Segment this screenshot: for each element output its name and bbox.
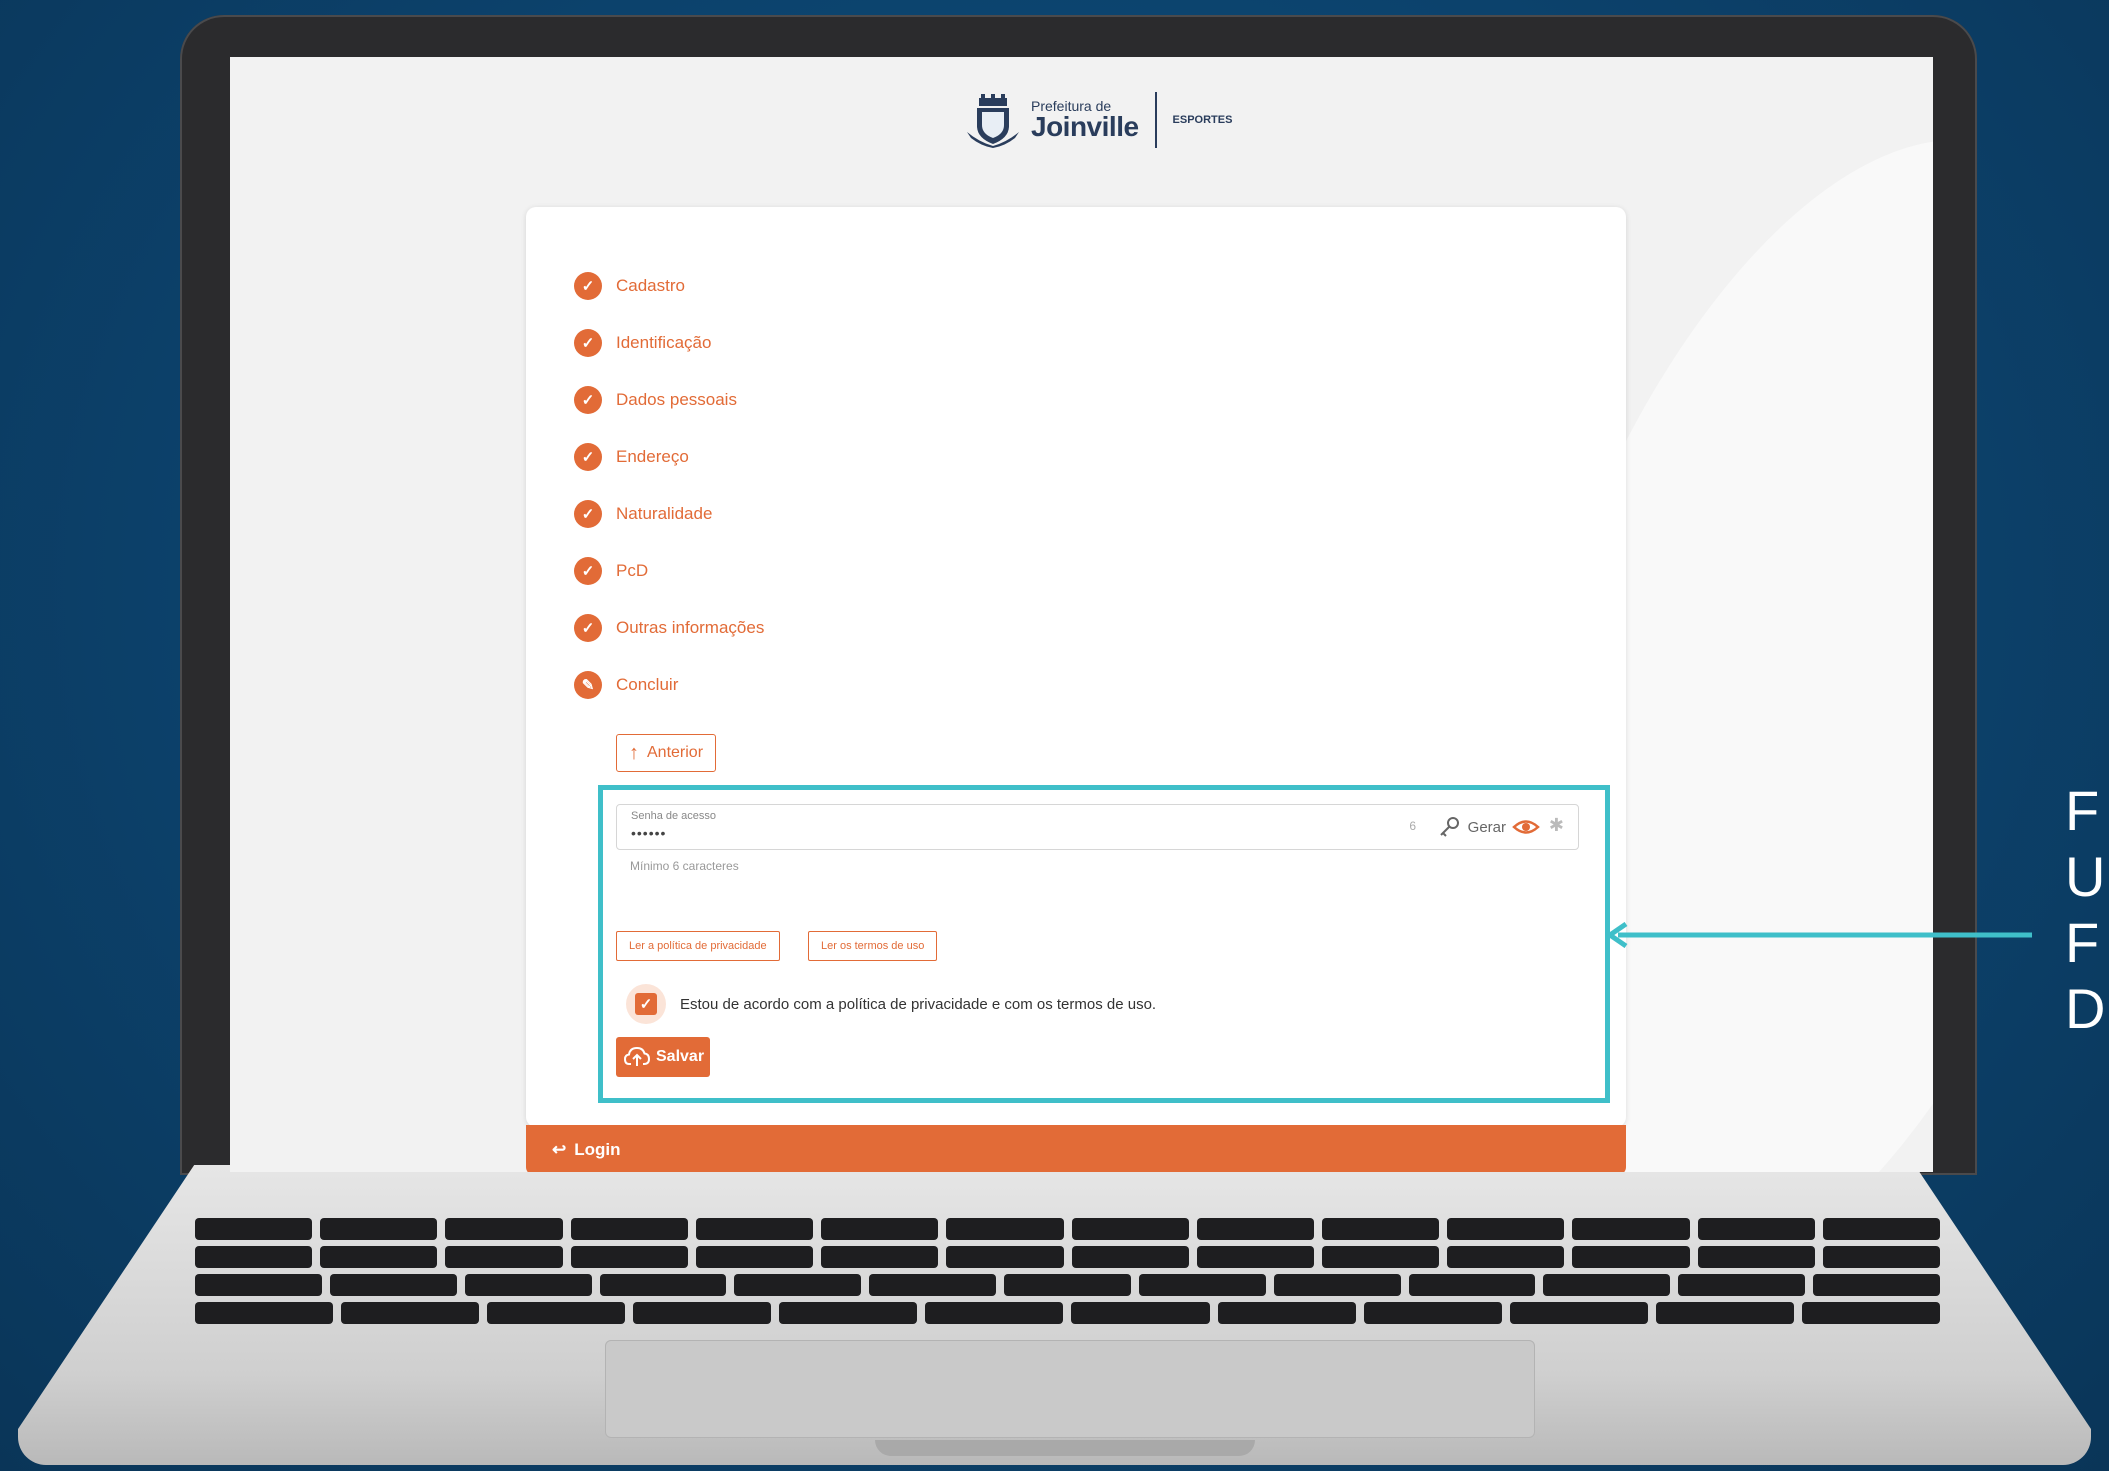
step-naturalidade[interactable]: ✓ Naturalidade — [574, 485, 764, 542]
previous-button-label: Anterior — [647, 744, 704, 761]
step-label: Outras informações — [616, 617, 765, 637]
previous-button[interactable]: ↑ Anterior — [616, 734, 717, 772]
header-logo: Prefeitura de Joinville ESPORTES — [965, 92, 1232, 148]
step-label: PcD — [616, 560, 649, 580]
generate-password-button[interactable]: Gerar — [1438, 816, 1506, 838]
step-label: Dados pessoais — [616, 389, 737, 409]
registration-card: ✓ Cadastro ✓ Identificação ✓ Dados pesso… — [526, 207, 1626, 1127]
logo-section: ESPORTES — [1172, 114, 1233, 126]
keyboard — [195, 1218, 1941, 1328]
password-label: Senha de acesso — [631, 810, 717, 822]
trackpad — [605, 1340, 1535, 1438]
privacy-policy-button[interactable]: Ler a política de privacidade — [616, 931, 780, 961]
save-button[interactable]: Salvar — [616, 1037, 711, 1077]
password-field[interactable]: Senha de acesso 6 Gerar ✱ — [616, 804, 1579, 850]
step-label: Naturalidade — [616, 503, 713, 523]
checkmark-icon: ✓ — [635, 993, 657, 1015]
check-icon: ✓ — [574, 271, 602, 300]
step-identificacao[interactable]: ✓ Identificação — [574, 314, 764, 371]
arrow-up-icon: ↑ — [629, 741, 639, 764]
check-icon: ✓ — [574, 499, 602, 528]
step-label: Endereço — [616, 446, 689, 466]
city-crest-icon — [967, 94, 1019, 148]
agreement-text: Estou de acordo com a política de privac… — [680, 995, 1157, 1013]
login-bar[interactable]: ↩ Login — [526, 1125, 1626, 1172]
terms-of-use-button[interactable]: Ler os termos de uso — [808, 931, 938, 961]
password-hint: Mínimo 6 caracteres — [630, 859, 739, 873]
step-dados-pessoais[interactable]: ✓ Dados pessoais — [574, 371, 764, 428]
cloud-upload-icon — [624, 1046, 650, 1066]
agreement-row: ✓ Estou de acordo com a política de priv… — [626, 984, 1156, 1024]
logo-divider — [1154, 92, 1157, 148]
check-icon: ✓ — [574, 442, 602, 471]
step-label: Identificação — [616, 332, 712, 352]
logo-city-name: Joinville — [1031, 111, 1139, 142]
annotation-arrow-icon — [1605, 922, 2032, 948]
stepper: ✓ Cadastro ✓ Identificação ✓ Dados pesso… — [574, 257, 764, 713]
password-char-count: 6 — [1409, 819, 1416, 833]
check-icon: ✓ — [574, 385, 602, 414]
step-label: Concluir — [616, 674, 679, 694]
laptop-screen: Prefeitura de Joinville ESPORTES ✓ Cadas… — [230, 57, 1933, 1172]
annotation-text: F U F D — [2065, 779, 2106, 1041]
generate-label: Gerar — [1467, 818, 1506, 836]
eye-icon[interactable] — [1512, 814, 1540, 840]
step-cadastro[interactable]: ✓ Cadastro — [574, 257, 764, 314]
agreement-checkbox[interactable]: ✓ — [626, 984, 666, 1024]
login-label: Login — [574, 1140, 621, 1159]
step-outras-informacoes[interactable]: ✓ Outras informações — [574, 599, 764, 656]
step-label: Cadastro — [616, 275, 685, 295]
key-icon — [1439, 817, 1459, 837]
step-endereco[interactable]: ✓ Endereço — [574, 428, 764, 485]
check-icon: ✓ — [574, 613, 602, 642]
pencil-icon: ✎ — [574, 670, 602, 699]
logo-text: Prefeitura de Joinville — [1031, 99, 1139, 141]
laptop-notch — [875, 1440, 1255, 1456]
step-concluir[interactable]: ✎ Concluir — [574, 656, 764, 713]
back-arrow-icon: ↩ — [552, 1140, 567, 1159]
check-icon: ✓ — [574, 556, 602, 585]
password-input[interactable] — [631, 825, 1131, 841]
step-pcd[interactable]: ✓ PcD — [574, 542, 764, 599]
save-button-label: Salvar — [656, 1048, 705, 1065]
required-star-icon: ✱ — [1548, 815, 1564, 835]
check-icon: ✓ — [574, 328, 602, 357]
